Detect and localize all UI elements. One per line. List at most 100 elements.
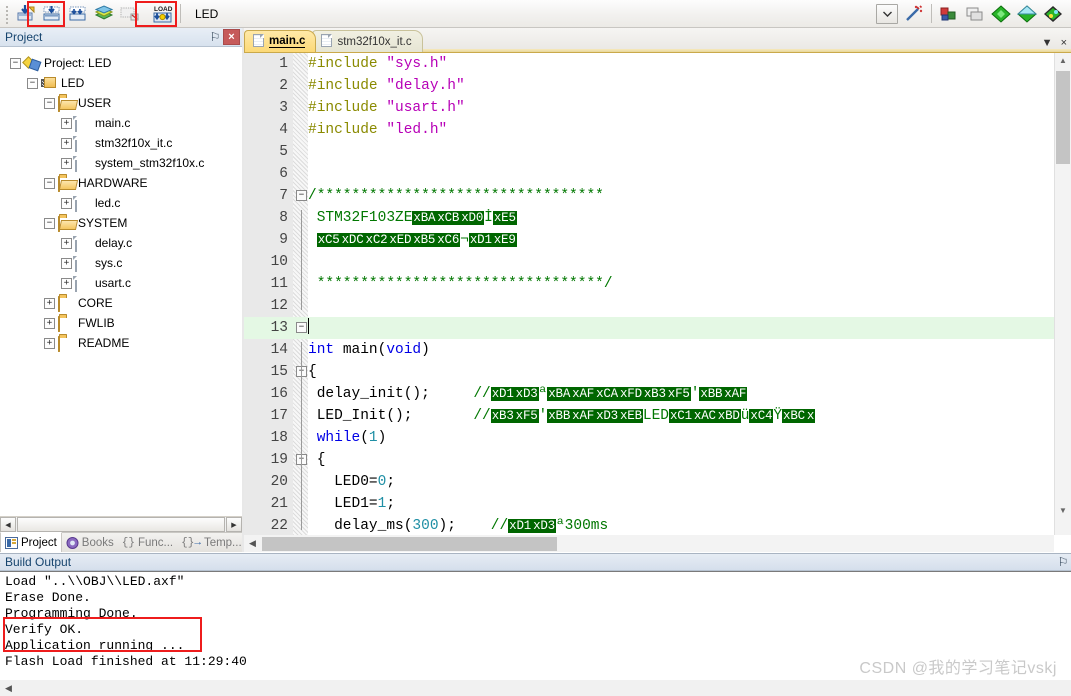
expand-icon[interactable]: + [61, 137, 72, 149]
expand-icon[interactable]: + [61, 277, 72, 289]
code-line-3[interactable]: 3 #include "usart.h" [244, 97, 1071, 119]
panel-tab-project[interactable]: Project [0, 532, 62, 552]
tree-item-readme[interactable]: + README [0, 333, 242, 353]
tree-item-usart-c[interactable]: + usart.c [0, 273, 242, 293]
code-line-4[interactable]: 4 #include "led.h" [244, 119, 1071, 141]
editor-tab-main-c[interactable]: main.c [244, 30, 317, 52]
tree-item-user[interactable]: − USER [0, 93, 242, 113]
configure-target-icon[interactable] [118, 2, 142, 25]
expand-icon[interactable]: + [61, 237, 72, 249]
code-line-22[interactable]: 22 delay_ms(300); //xD1 xD3ª300ms [244, 515, 1071, 535]
pin-icon-build[interactable]: ⚐ [1055, 554, 1071, 570]
expand-icon[interactable]: + [61, 257, 72, 269]
code-line-15[interactable]: 15−{ [244, 361, 1071, 383]
project-window-icon[interactable] [937, 2, 961, 25]
code-text: #include "usart.h" [308, 97, 465, 119]
download-to-flash-icon[interactable] [14, 2, 38, 25]
build-scroll-left-arrow[interactable]: ◀ [0, 680, 17, 696]
tree-item-system-stm32f10x-c[interactable]: + system_stm32f10x.c [0, 153, 242, 173]
tree-item-project-led[interactable]: − Project: LED [0, 53, 242, 73]
code-editor[interactable]: 1 #include "sys.h" 2 #include "delay.h" 3 #in… [244, 53, 1071, 535]
mojibake-char: xC4 [749, 409, 774, 423]
code-line-2[interactable]: 2 #include "delay.h" [244, 75, 1071, 97]
code-line-14[interactable]: 14 int main(void) [244, 339, 1071, 361]
pin-icon[interactable]: ⚐ [207, 29, 223, 45]
code-line-7[interactable]: 7−/********************************* [244, 185, 1071, 207]
functions-window-icon[interactable] [989, 2, 1013, 25]
collapse-icon[interactable]: − [44, 177, 55, 189]
build-horizontal-scrollbar[interactable]: ◀ [0, 680, 1071, 696]
code-line-11[interactable]: 11 *********************************/ [244, 273, 1071, 295]
code-line-21[interactable]: 21 LED1=1; [244, 493, 1071, 515]
collapse-icon[interactable]: − [27, 77, 38, 89]
code-line-19[interactable]: 19− { [244, 449, 1071, 471]
download-and-verify-icon[interactable] [66, 2, 90, 25]
code-line-6[interactable]: 6 [244, 163, 1071, 185]
scroll-down-arrow[interactable]: ▼ [1056, 503, 1070, 518]
tab-close-icon[interactable]: × [1061, 37, 1067, 49]
fold-toggle-icon[interactable]: − [296, 322, 307, 333]
tab-list-dropdown-icon[interactable]: ▼ [1042, 37, 1053, 49]
tree-item-main-c[interactable]: + main.c [0, 113, 242, 133]
code-line-5[interactable]: 5 [244, 141, 1071, 163]
scroll-right-arrow[interactable]: ▶ [226, 517, 242, 532]
line-number: 9 [279, 232, 288, 248]
tree-item-sys-c[interactable]: + sys.c [0, 253, 242, 273]
code-line-12[interactable]: 12 [244, 295, 1071, 317]
horizontal-scroll-thumb[interactable] [262, 536, 557, 551]
code-line-9[interactable]: 9 xC5 xDC xC2 xED xB5 xC6¬xD1 xE9 [244, 229, 1071, 251]
code-line-8[interactable]: 8 STM32F103ZExBA xCB xD0İxE5 [244, 207, 1071, 229]
panel-tab-books[interactable]: Books [62, 533, 118, 552]
fold-toggle-icon[interactable]: − [296, 190, 307, 201]
collapse-icon[interactable]: − [44, 97, 55, 109]
toolbar-grip[interactable] [3, 3, 11, 24]
scroll-up-arrow[interactable]: ▲ [1056, 53, 1070, 68]
scroll-thumb[interactable] [17, 517, 225, 532]
project-tree[interactable]: − Project: LED − LED − USER + main.c + stm32f10x_… [0, 48, 242, 533]
mojibake-char: xB3 [642, 387, 667, 401]
tree-item-led[interactable]: − LED [0, 73, 242, 93]
editor-vertical-scrollbar[interactable]: ▲ ▼ [1054, 53, 1071, 535]
code-line-16[interactable]: 16 delay_init(); //xD1 xD3ªxBA xAF xCA xFD xB… [244, 383, 1071, 405]
options-for-target-magic-wand-icon[interactable] [902, 2, 926, 25]
scroll-left-arrow[interactable]: ◀ [0, 517, 16, 532]
project-horizontal-scrollbar[interactable]: ◀ ▶ [0, 516, 242, 532]
expand-icon[interactable]: + [61, 117, 72, 129]
editor-horizontal-scrollbar[interactable]: ◀ [244, 535, 1054, 552]
tree-item-led-c[interactable]: + led.c [0, 193, 242, 213]
collapse-icon[interactable]: − [44, 217, 55, 229]
code-line-17[interactable]: 17 LED_Init(); //xB3 xF5′xBB xAF xD3 xEBLEDx… [244, 405, 1071, 427]
tree-item-hardware[interactable]: − HARDWARE [0, 173, 242, 193]
expand-icon[interactable]: + [44, 317, 55, 329]
tree-item-delay-c[interactable]: + delay.c [0, 233, 242, 253]
panel-tab-temp[interactable]: {}→ Temp... [177, 533, 246, 552]
load-flash-icon[interactable]: LOAD [151, 2, 175, 25]
vertical-scroll-thumb[interactable] [1056, 71, 1070, 164]
expand-icon[interactable]: + [44, 337, 55, 349]
panel-tab-func[interactable]: {} Func... [118, 533, 177, 552]
target-select-dropdown[interactable] [876, 3, 898, 24]
tree-item-stm32f10x-it-c[interactable]: + stm32f10x_it.c [0, 133, 242, 153]
code-line-13[interactable]: 13− [244, 317, 1071, 339]
books-window-icon[interactable] [963, 2, 987, 25]
expand-icon[interactable]: + [44, 297, 55, 309]
tree-item-core[interactable]: + CORE [0, 293, 242, 313]
code-line-10[interactable]: 10 [244, 251, 1071, 273]
editor-tab-stm32f10x_it-c[interactable]: stm32f10x_it.c [312, 30, 423, 52]
templates-window-icon[interactable] [1015, 2, 1039, 25]
expand-icon[interactable]: + [61, 197, 72, 209]
expand-icon[interactable]: + [61, 157, 72, 169]
collapse-icon[interactable]: − [10, 57, 21, 69]
scroll-left-arrow-editor[interactable]: ◀ [244, 535, 261, 552]
folder-open [58, 215, 74, 232]
code-line-20[interactable]: 20 LED0=0; [244, 471, 1071, 493]
tree-item-system[interactable]: − SYSTEM [0, 213, 242, 233]
load-download-flash-icon[interactable] [40, 2, 64, 25]
build-output-window-icon[interactable] [1041, 2, 1065, 25]
code-line-18[interactable]: 18 while(1) [244, 427, 1071, 449]
close-icon[interactable]: × [223, 29, 240, 45]
code-line-1[interactable]: 1 #include "sys.h" [244, 53, 1071, 75]
tree-item-fwlib[interactable]: + FWLIB [0, 313, 242, 333]
manage-project-items-icon[interactable] [92, 2, 116, 25]
toolbar-separator-1 [180, 4, 181, 23]
